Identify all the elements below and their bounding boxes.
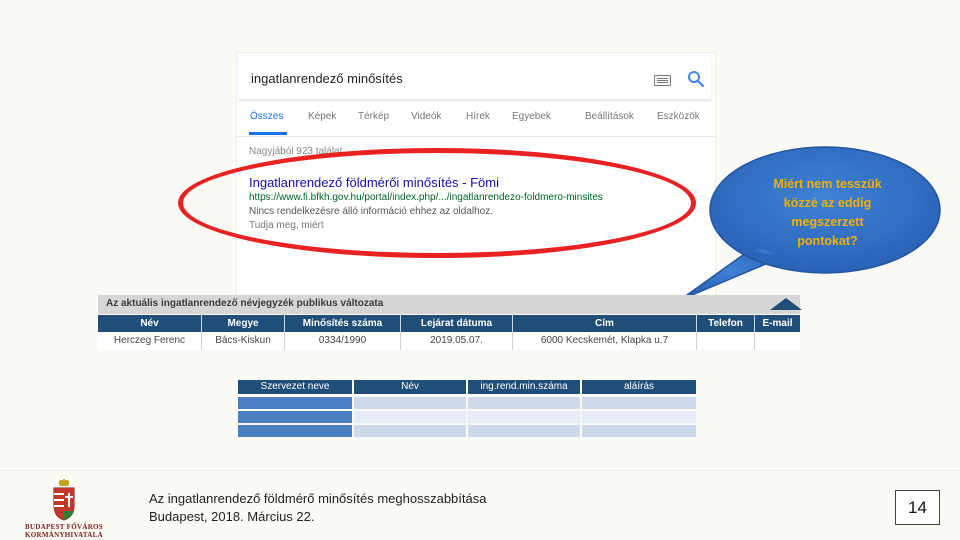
cell-name: Herczeg Ferenc	[98, 332, 202, 350]
search-bar[interactable]: ingatlanrendező minősítés	[239, 59, 711, 100]
tab-news[interactable]: Hírek	[466, 111, 490, 122]
form-col-signature: aláírás	[582, 380, 696, 394]
table-row: Herczeg Ferenc Bács-Kiskun 0334/1990 201…	[98, 332, 800, 350]
form-cell[interactable]	[582, 397, 696, 409]
cell-county: Bács-Kiskun	[202, 332, 285, 350]
column-phone[interactable]: Telefon	[697, 315, 755, 332]
bubble-line: Miért nem tesszük	[773, 177, 882, 191]
form-col-qualification-number: ing.rend.min.száma	[468, 380, 580, 394]
page-number: 14	[895, 490, 940, 525]
bubble-text: Miért nem tesszük közzé az eddig megszer…	[745, 175, 910, 251]
cell-address: 6000 Kecskemét, Klapka u.7	[513, 332, 697, 350]
register-title-bar: Az aktuális ingatlanrendező névjegyzék p…	[98, 295, 800, 314]
form-cell[interactable]	[468, 411, 580, 423]
form-cell[interactable]	[468, 397, 580, 409]
column-county[interactable]: Megye	[202, 315, 285, 332]
column-email[interactable]: E-mail	[755, 315, 800, 332]
footer-divider	[0, 470, 960, 471]
form-cell[interactable]	[468, 425, 580, 437]
bubble-line: közzé az eddig	[783, 196, 872, 210]
form-cell[interactable]	[582, 411, 696, 423]
bubble-line: pontokat?	[797, 234, 858, 248]
tab-maps[interactable]: Térkép	[358, 111, 389, 122]
register-column-headers: Név Megye Minősítés száma Lejárat dátuma…	[98, 315, 800, 332]
cell-qualification-number: 0334/1990	[285, 332, 401, 350]
tab-tools[interactable]: Eszközök	[657, 111, 700, 122]
column-address[interactable]: Cím	[513, 315, 697, 332]
tab-videos[interactable]: Videók	[411, 111, 441, 122]
bubble-line: megszerzett	[791, 215, 864, 229]
form-cell[interactable]	[238, 411, 352, 423]
tab-all[interactable]: Összes	[250, 111, 283, 122]
highlight-ellipse	[178, 148, 696, 258]
column-expiry-date[interactable]: Lejárat dátuma	[401, 315, 513, 332]
keyboard-icon[interactable]	[654, 75, 671, 86]
register-title: Az aktuális ingatlanrendező névjegyzék p…	[106, 298, 384, 309]
search-tabs: Összes Képek Térkép Videók Hírek Egyebek…	[237, 111, 715, 133]
form-cell[interactable]	[354, 425, 466, 437]
tab-more[interactable]: Egyebek	[512, 111, 551, 122]
form-cell[interactable]	[354, 397, 466, 409]
government-office-logo: BUDAPEST FŐVÁROS KORMÁNYHIVATALA	[14, 479, 103, 539]
logo-text-line2: KORMÁNYHIVATALA	[24, 531, 103, 539]
tab-settings[interactable]: Beállítások	[585, 111, 634, 122]
active-tab-indicator	[249, 132, 287, 135]
form-cell[interactable]	[354, 411, 466, 423]
coat-of-arms-icon	[53, 479, 75, 521]
column-name[interactable]: Név	[98, 315, 202, 332]
column-qualification-number[interactable]: Minősítés száma	[285, 315, 401, 332]
form-cell[interactable]	[238, 397, 352, 409]
divider	[237, 136, 715, 137]
logo-text-line1: BUDAPEST FŐVÁROS	[25, 523, 103, 531]
cell-email	[755, 332, 800, 350]
search-query[interactable]: ingatlanrendező minősítés	[251, 71, 403, 86]
presentation-title: Az ingatlanrendező földmérő minősítés me…	[149, 491, 487, 506]
form-cell[interactable]	[238, 425, 352, 437]
form-col-organization: Szervezet neve	[238, 380, 352, 394]
cell-phone	[697, 332, 755, 350]
tab-images[interactable]: Képek	[308, 111, 336, 122]
cell-expiry-date: 2019.05.07.	[401, 332, 513, 350]
sort-arrow-icon[interactable]	[770, 298, 802, 310]
presentation-date: Budapest, 2018. Március 22.	[149, 509, 315, 524]
search-icon[interactable]	[686, 69, 706, 89]
form-col-name: Név	[354, 380, 466, 394]
form-cell[interactable]	[582, 425, 696, 437]
